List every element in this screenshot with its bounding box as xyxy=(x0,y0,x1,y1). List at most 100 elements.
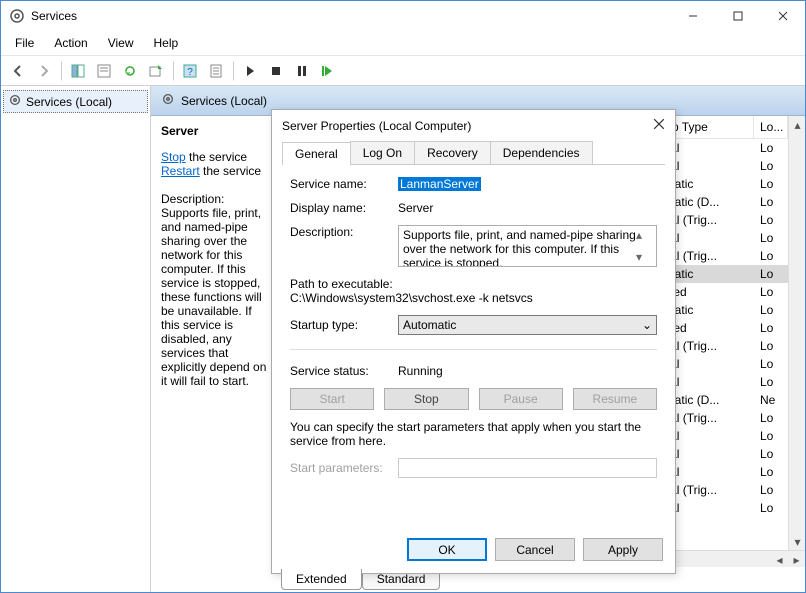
svg-text:?: ? xyxy=(187,67,193,78)
start-button[interactable]: Start xyxy=(290,388,374,410)
properties-button[interactable] xyxy=(92,59,116,83)
forward-button[interactable] xyxy=(32,59,56,83)
service-action-stop: Stop the service xyxy=(161,150,271,164)
description-textbox[interactable]: Supports file, print, and named-pipe sha… xyxy=(398,225,657,267)
cell-logon: Lo xyxy=(754,301,788,319)
show-hide-tree-button[interactable] xyxy=(66,59,90,83)
maximize-button[interactable] xyxy=(715,2,760,30)
service-name-value[interactable]: LanmanServer xyxy=(398,177,481,191)
cell-logon: Lo xyxy=(754,445,788,463)
menu-help[interactable]: Help xyxy=(144,33,189,53)
menu-action[interactable]: Action xyxy=(44,33,97,53)
start-params-input[interactable] xyxy=(398,458,657,478)
path-value: C:\Windows\system32\svchost.exe -k netsv… xyxy=(290,291,657,305)
dialog-tabs: General Log On Recovery Dependencies xyxy=(282,141,665,165)
scroll-up-icon[interactable]: ▴ xyxy=(636,228,652,242)
cell-logon: Lo xyxy=(754,355,788,373)
tree-pane: Services (Local) xyxy=(1,86,151,592)
stop-icon[interactable] xyxy=(264,59,288,83)
minimize-button[interactable] xyxy=(670,2,715,30)
back-button[interactable] xyxy=(6,59,30,83)
dialog-buttons: OK Cancel Apply xyxy=(272,528,675,573)
pause-button[interactable]: Pause xyxy=(479,388,563,410)
cell-logon: Lo xyxy=(754,409,788,427)
menubar: File Action View Help xyxy=(1,31,805,56)
toolbar-separator xyxy=(60,61,62,81)
cell-logon: Lo xyxy=(754,337,788,355)
scroll-right-icon[interactable]: ▸ xyxy=(788,551,805,568)
pause-icon[interactable] xyxy=(290,59,314,83)
export-list-button[interactable] xyxy=(144,59,168,83)
cell-logon: Lo xyxy=(754,139,788,157)
service-status-value: Running xyxy=(398,364,657,378)
dialog-close-button[interactable] xyxy=(653,118,665,133)
startup-type-label: Startup type: xyxy=(290,318,390,332)
tab-general[interactable]: General xyxy=(282,142,351,165)
tab-recovery[interactable]: Recovery xyxy=(414,141,491,164)
stop-button[interactable]: Stop xyxy=(384,388,468,410)
menu-file[interactable]: File xyxy=(5,33,44,53)
restart-icon[interactable] xyxy=(316,59,340,83)
cell-logon: Lo xyxy=(754,427,788,445)
chevron-down-icon: ⌄ xyxy=(642,318,652,332)
description-value: Supports file, print, and named-pipe sha… xyxy=(403,228,636,264)
description-column: Server Stop the service Restart the serv… xyxy=(151,116,281,567)
description-label: Description: xyxy=(290,225,390,239)
dialog-titlebar: Server Properties (Local Computer) xyxy=(272,110,675,141)
scroll-left-icon[interactable]: ◂ xyxy=(771,551,788,568)
cell-logon: Lo xyxy=(754,499,788,517)
dialog-title: Server Properties (Local Computer) xyxy=(282,119,653,133)
gear-icon xyxy=(8,93,22,110)
service-name-label: Service name: xyxy=(290,177,390,191)
cell-logon: Lo xyxy=(754,373,788,391)
startup-type-combo[interactable]: Automatic ⌄ xyxy=(398,315,657,335)
restart-link[interactable]: Restart xyxy=(161,164,200,178)
cell-logon: Lo xyxy=(754,319,788,337)
cell-logon: Lo xyxy=(754,463,788,481)
toolbar-separator xyxy=(172,61,174,81)
menu-view[interactable]: View xyxy=(98,33,144,53)
service-status-label: Service status: xyxy=(290,364,390,378)
cancel-button[interactable]: Cancel xyxy=(495,538,575,561)
content-header-label: Services (Local) xyxy=(181,94,267,108)
resume-button[interactable]: Resume xyxy=(573,388,657,410)
tab-logon[interactable]: Log On xyxy=(350,141,415,164)
stop-link[interactable]: Stop xyxy=(161,150,186,164)
scroll-down-icon[interactable]: ▾ xyxy=(636,250,652,264)
tab-extended[interactable]: Extended xyxy=(281,569,362,590)
cell-logon: Lo xyxy=(754,211,788,229)
description-body: Supports file, print, and named-pipe sha… xyxy=(161,206,271,388)
display-name-value: Server xyxy=(398,201,657,215)
window-buttons xyxy=(670,2,805,30)
properties-dialog: Server Properties (Local Computer) Gener… xyxy=(271,109,676,574)
refresh-button[interactable] xyxy=(118,59,142,83)
cell-logon: Lo xyxy=(754,283,788,301)
titlebar: Services xyxy=(1,1,805,31)
gear-icon xyxy=(161,92,175,109)
service-action-restart: Restart the service xyxy=(161,164,271,178)
cell-logon: Lo xyxy=(754,247,788,265)
window-title: Services xyxy=(31,9,670,23)
scroll-up-icon[interactable]: ▴ xyxy=(789,116,806,133)
toolbar-separator xyxy=(232,61,234,81)
tree-root-services-local[interactable]: Services (Local) xyxy=(3,90,148,113)
services-app-icon xyxy=(9,8,25,24)
description-label: Description: xyxy=(161,192,271,206)
scroll-down-icon[interactable]: ▾ xyxy=(789,533,806,550)
close-button[interactable] xyxy=(760,2,805,30)
play-icon[interactable] xyxy=(238,59,262,83)
tab-dependencies[interactable]: Dependencies xyxy=(490,141,593,164)
start-params-label: Start parameters: xyxy=(290,461,390,475)
toolbar: ? xyxy=(1,56,805,86)
startup-type-value: Automatic xyxy=(403,318,456,332)
ok-button[interactable]: OK xyxy=(407,538,487,561)
cell-logon: Lo xyxy=(754,481,788,499)
cell-logon: Lo xyxy=(754,157,788,175)
help-button[interactable]: ? xyxy=(178,59,202,83)
apply-button[interactable]: Apply xyxy=(583,538,663,561)
vertical-scrollbar[interactable]: ▴ ▾ xyxy=(788,116,805,550)
properties-icon[interactable] xyxy=(204,59,228,83)
services-window: Services File Action View Help ? xyxy=(0,0,806,593)
tree-root-label: Services (Local) xyxy=(26,95,112,109)
col-logon-as[interactable]: Lo... xyxy=(754,116,788,138)
